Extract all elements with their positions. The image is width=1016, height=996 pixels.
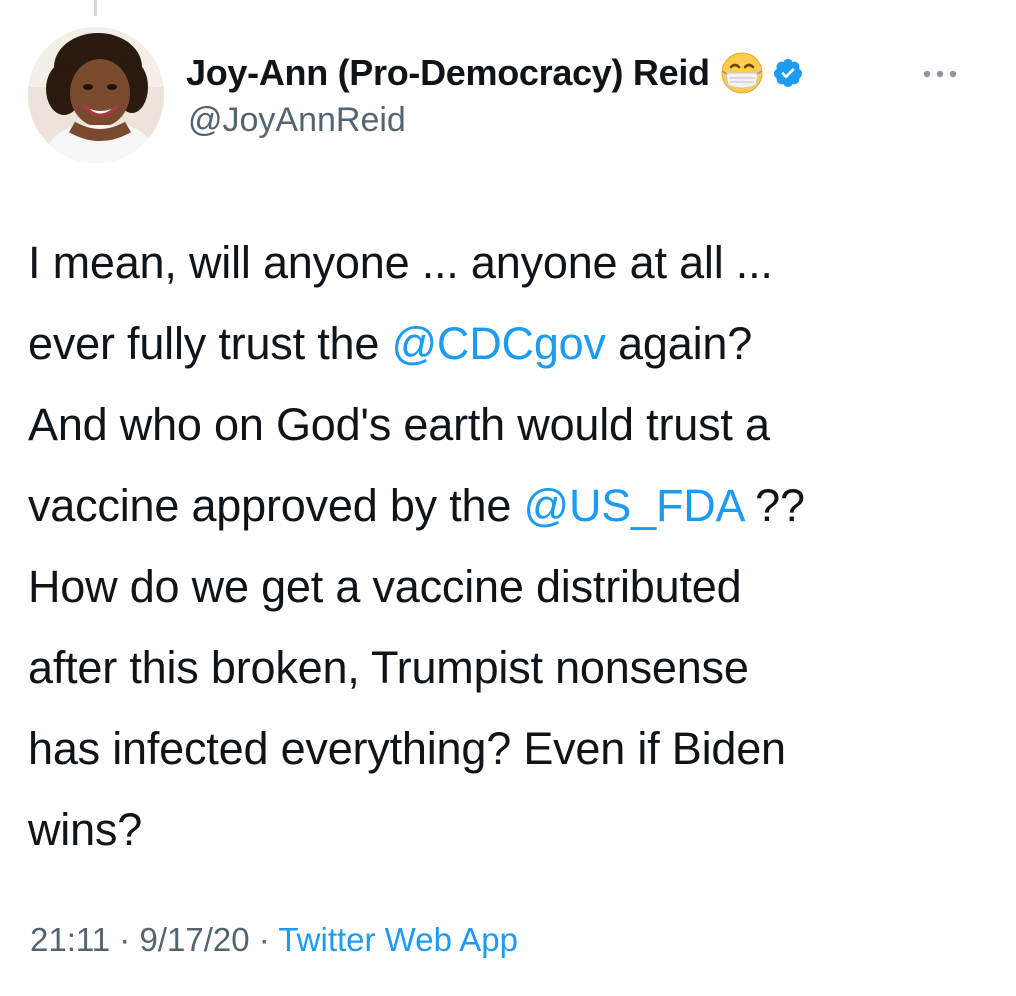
tweet-text: I mean, will anyone ... anyone at all ..… — [28, 222, 988, 870]
text-segment: I mean, will anyone ... anyone at all ..… — [28, 237, 773, 288]
tweet-line: ever fully trust the @CDCgov again? — [28, 303, 988, 384]
text-segment: wins? — [28, 804, 143, 855]
avatar-image — [28, 27, 164, 163]
tweet-line: vaccine approved by the @US_FDA ?? — [28, 465, 988, 546]
author-name-row: Joy-Ann (Pro-Democracy) Reid — [186, 51, 804, 95]
meta-separator: · — [249, 921, 279, 958]
tweet-line: after this broken, Trumpist nonsense — [28, 627, 988, 708]
tweet-line: How do we get a vaccine distributed — [28, 546, 988, 627]
text-segment: again? — [605, 318, 753, 369]
text-segment: after this broken, Trumpist nonsense — [28, 642, 749, 693]
tweet-line: And who on God's earth would trust a — [28, 384, 988, 465]
tweet-date[interactable]: 9/17/20 — [139, 921, 249, 958]
text-segment: ?? — [742, 480, 805, 531]
meta-separator: · — [110, 921, 140, 958]
face-with-medical-mask-icon — [720, 51, 764, 95]
more-horizontal-icon — [923, 70, 957, 78]
tweet-line: I mean, will anyone ... anyone at all ..… — [28, 222, 988, 303]
mention-link-cdcgov[interactable]: @CDCgov — [391, 318, 606, 369]
author-display-name[interactable]: Joy-Ann (Pro-Democracy) Reid — [186, 52, 710, 94]
text-segment: How do we get a vaccine distributed — [28, 561, 742, 612]
author-handle[interactable]: @JoyAnnReid — [188, 101, 406, 140]
mention-link-us-fda[interactable]: @US_FDA — [524, 480, 744, 531]
text-segment: And who on God's earth would trust a — [28, 399, 770, 450]
text-segment: has infected everything? Even if Biden — [28, 723, 786, 774]
tweet-source-link[interactable]: Twitter Web App — [278, 921, 518, 958]
top-divider-tick — [94, 0, 97, 16]
tweet-time[interactable]: 21:11 — [30, 921, 110, 958]
tweet-line: wins? — [28, 789, 988, 870]
more-options-button[interactable] — [920, 64, 960, 84]
verified-badge-icon — [772, 57, 804, 89]
tweet-meta: 21:11 · 9/17/20 · Twitter Web App — [30, 921, 518, 959]
text-segment: vaccine approved by the — [28, 480, 524, 531]
tweet-line: has infected everything? Even if Biden — [28, 708, 988, 789]
text-segment: ever fully trust the — [28, 318, 392, 369]
avatar[interactable] — [28, 27, 164, 163]
